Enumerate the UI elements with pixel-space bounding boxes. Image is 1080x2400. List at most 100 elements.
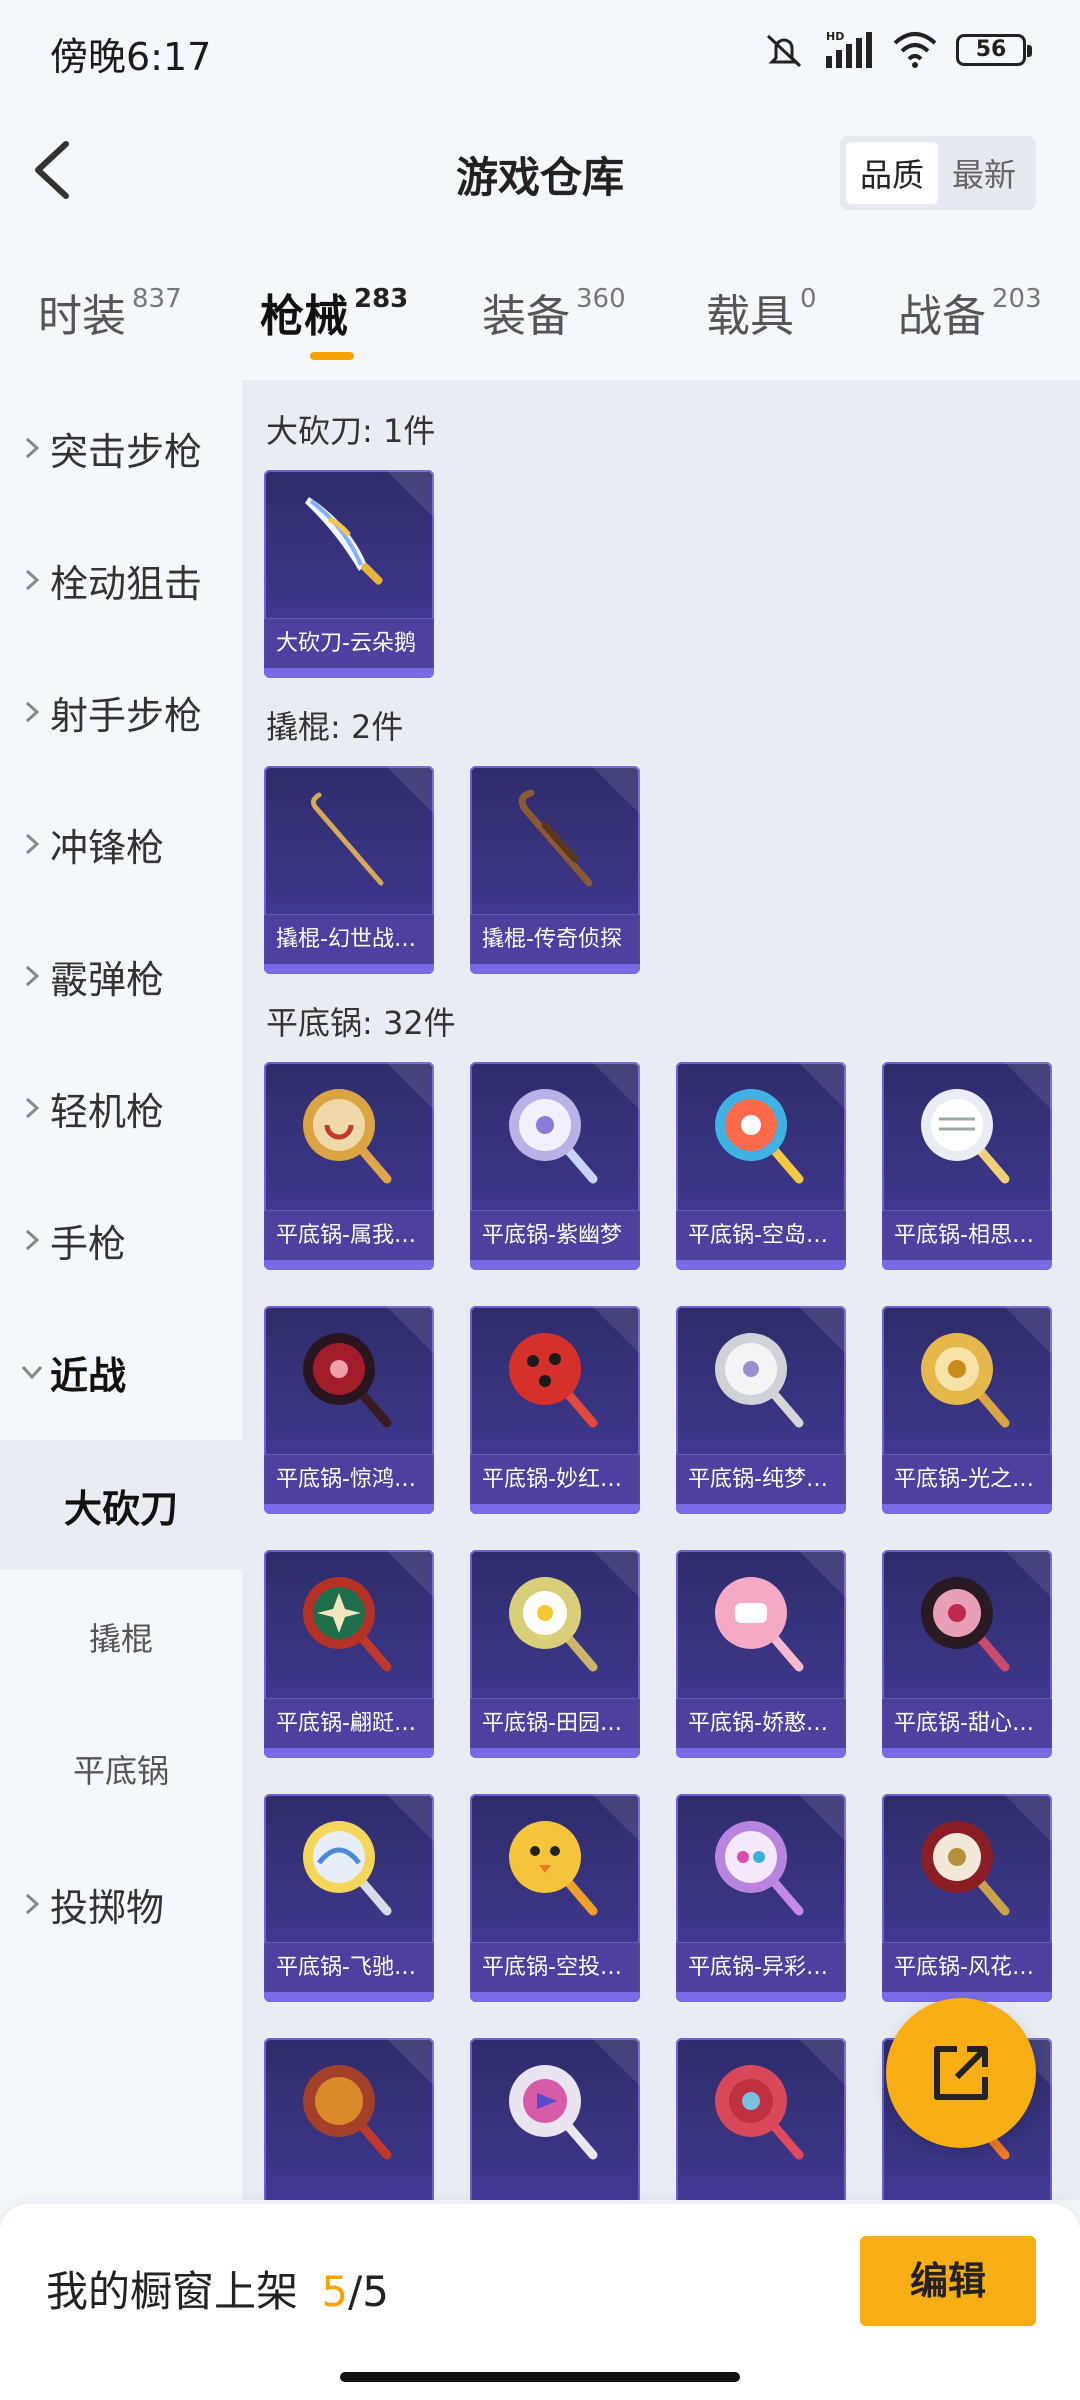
item-card[interactable]: 平底锅-翩跹… [264,1550,434,1758]
rarity-bar [882,1260,1052,1270]
sidebar-subitem-machete[interactable]: 大砍刀 [0,1440,242,1570]
tab-label: 装备 [482,291,570,342]
rarity-bar [470,1748,640,1758]
rarity-bar [676,1992,846,2002]
item-name: 大砍刀-云朵鹅 [264,618,434,668]
pan-icon [882,1550,1052,1696]
item-card[interactable] [676,2038,846,2200]
pan-icon [470,1306,640,1452]
pan-icon [470,2038,640,2184]
tab-outfit[interactable]: 时装 837 [38,280,182,344]
item-name: 平底锅-纯梦… [676,1454,846,1504]
showcase-count: 5 [321,2267,349,2316]
sort-newest-button[interactable]: 最新 [938,142,1030,204]
chevron-right-icon [14,1096,50,1120]
share-button[interactable] [886,1998,1036,2148]
item-card[interactable]: 平底锅-纯梦… [676,1306,846,1514]
item-name: 撬棍-传奇侦探 [470,914,640,964]
crowbar-icon [470,766,640,912]
item-name: 平底锅-相思… [882,1210,1052,1260]
item-card[interactable]: 平底锅-属我… [264,1062,434,1270]
tab-gear[interactable]: 战备 203 [898,280,1042,344]
crowbar-icon [264,766,434,912]
item-card[interactable] [470,2038,640,2200]
active-tab-indicator [310,352,354,360]
sidebar-item-label: 突击步枪 [50,429,203,474]
home-indicator [340,2372,740,2382]
item-card[interactable]: 平底锅-紫幽梦 [470,1062,640,1270]
item-card[interactable]: 平底锅-妙红… [470,1306,640,1514]
rarity-bar [882,1748,1052,1758]
tab-count: 837 [132,284,182,314]
item-name: 平底锅-异彩… [676,1942,846,1992]
sort-quality-button[interactable]: 品质 [845,142,938,204]
sidebar-item-assault-rifle[interactable]: 突击步枪 [0,408,242,488]
sidebar-item-smg[interactable]: 冲锋枪 [0,804,242,884]
sidebar-item-lmg[interactable]: 轻机枪 [0,1068,242,1148]
rarity-bar [264,964,434,974]
item-card[interactable]: 平底锅-飞驰… [264,1794,434,2002]
sidebar-item-pistol[interactable]: 手枪 [0,1200,242,1280]
item-card[interactable]: 平底锅-异彩… [676,1794,846,2002]
pan-icon [882,1794,1052,1940]
item-name: 撬棍-幻世战… [264,914,434,964]
sidebar-item-label: 轻机枪 [50,1089,165,1134]
item-card[interactable]: 撬棍-传奇侦探 [470,766,640,974]
item-name: 平底锅-惊鸿… [264,1454,434,1504]
item-card[interactable]: 平底锅-光之… [882,1306,1052,1514]
header: 游戏仓库 品质 最新 [0,110,1080,230]
status-icons: HD 56 [762,30,1032,70]
tab-label: 战备 [898,291,986,342]
item-card[interactable] [264,2038,434,2200]
item-card[interactable]: 平底锅-空投… [470,1794,640,2002]
item-card[interactable]: 撬棍-幻世战… [264,766,434,974]
sidebar-item-label: 手枪 [50,1221,127,1266]
sidebar-subitem-crowbar[interactable]: 撬棍 [0,1572,242,1702]
sidebar-item-marksman-rifle[interactable]: 射手步枪 [0,672,242,752]
signal-icon: HD [826,30,872,68]
showcase-label: 我的橱窗上架 5/5 [46,2258,389,2319]
item-name: 平底锅-风花… [882,1942,1052,1992]
tab-firearms[interactable]: 枪械 283 [260,280,408,344]
rarity-bar [470,1504,640,1514]
wifi-icon [893,32,937,68]
rarity-bar [264,1748,434,1758]
chevron-right-icon [14,700,50,724]
status-time: 傍晚6:17 [50,35,212,79]
tab-count: 0 [800,284,817,314]
sidebar-item-melee[interactable]: 近战 [0,1332,242,1412]
pan-icon [676,1794,846,1940]
pan-icon [470,1794,640,1940]
rarity-bar [470,1992,640,2002]
item-name: 平底锅-光之… [882,1454,1052,1504]
sidebar-item-label: 霰弹枪 [50,957,165,1002]
rarity-bar [676,1260,846,1270]
edit-button[interactable]: 编辑 [860,2236,1036,2326]
item-card[interactable]: 平底锅-田园… [470,1550,640,1758]
tab-label: 枪械 [260,291,348,342]
tab-count: 360 [576,284,626,314]
item-name: 平底锅-甜心… [882,1698,1052,1748]
sidebar-item-label: 投掷物 [50,1885,165,1930]
battery-indicator: 56 [956,34,1032,66]
item-card[interactable]: 平底锅-风花… [882,1794,1052,2002]
tab-label: 载具 [706,291,794,342]
machete-icon [264,470,434,616]
rarity-bar [264,1260,434,1270]
chevron-right-icon [14,568,50,592]
item-card[interactable]: 平底锅-甜心… [882,1550,1052,1758]
item-card[interactable]: 大砍刀-云朵鹅 [264,470,434,678]
sidebar-subitem-pan[interactable]: 平底锅 [0,1704,242,1834]
tab-equipment[interactable]: 装备 360 [482,280,626,344]
external-link-icon [934,2046,988,2100]
sidebar-item-throwables[interactable]: 投掷物 [0,1864,242,1944]
sidebar-item-bolt-sniper[interactable]: 栓动狙击 [0,540,242,620]
rarity-bar [676,1504,846,1514]
showcase-title: 我的橱窗上架 [46,2267,299,2316]
item-card[interactable]: 平底锅-娇憨… [676,1550,846,1758]
item-card[interactable]: 平底锅-相思… [882,1062,1052,1270]
sidebar-item-shotgun[interactable]: 霰弹枪 [0,936,242,1016]
item-card[interactable]: 平底锅-空岛… [676,1062,846,1270]
item-card[interactable]: 平底锅-惊鸿… [264,1306,434,1514]
tab-vehicles[interactable]: 载具 0 [706,280,817,344]
